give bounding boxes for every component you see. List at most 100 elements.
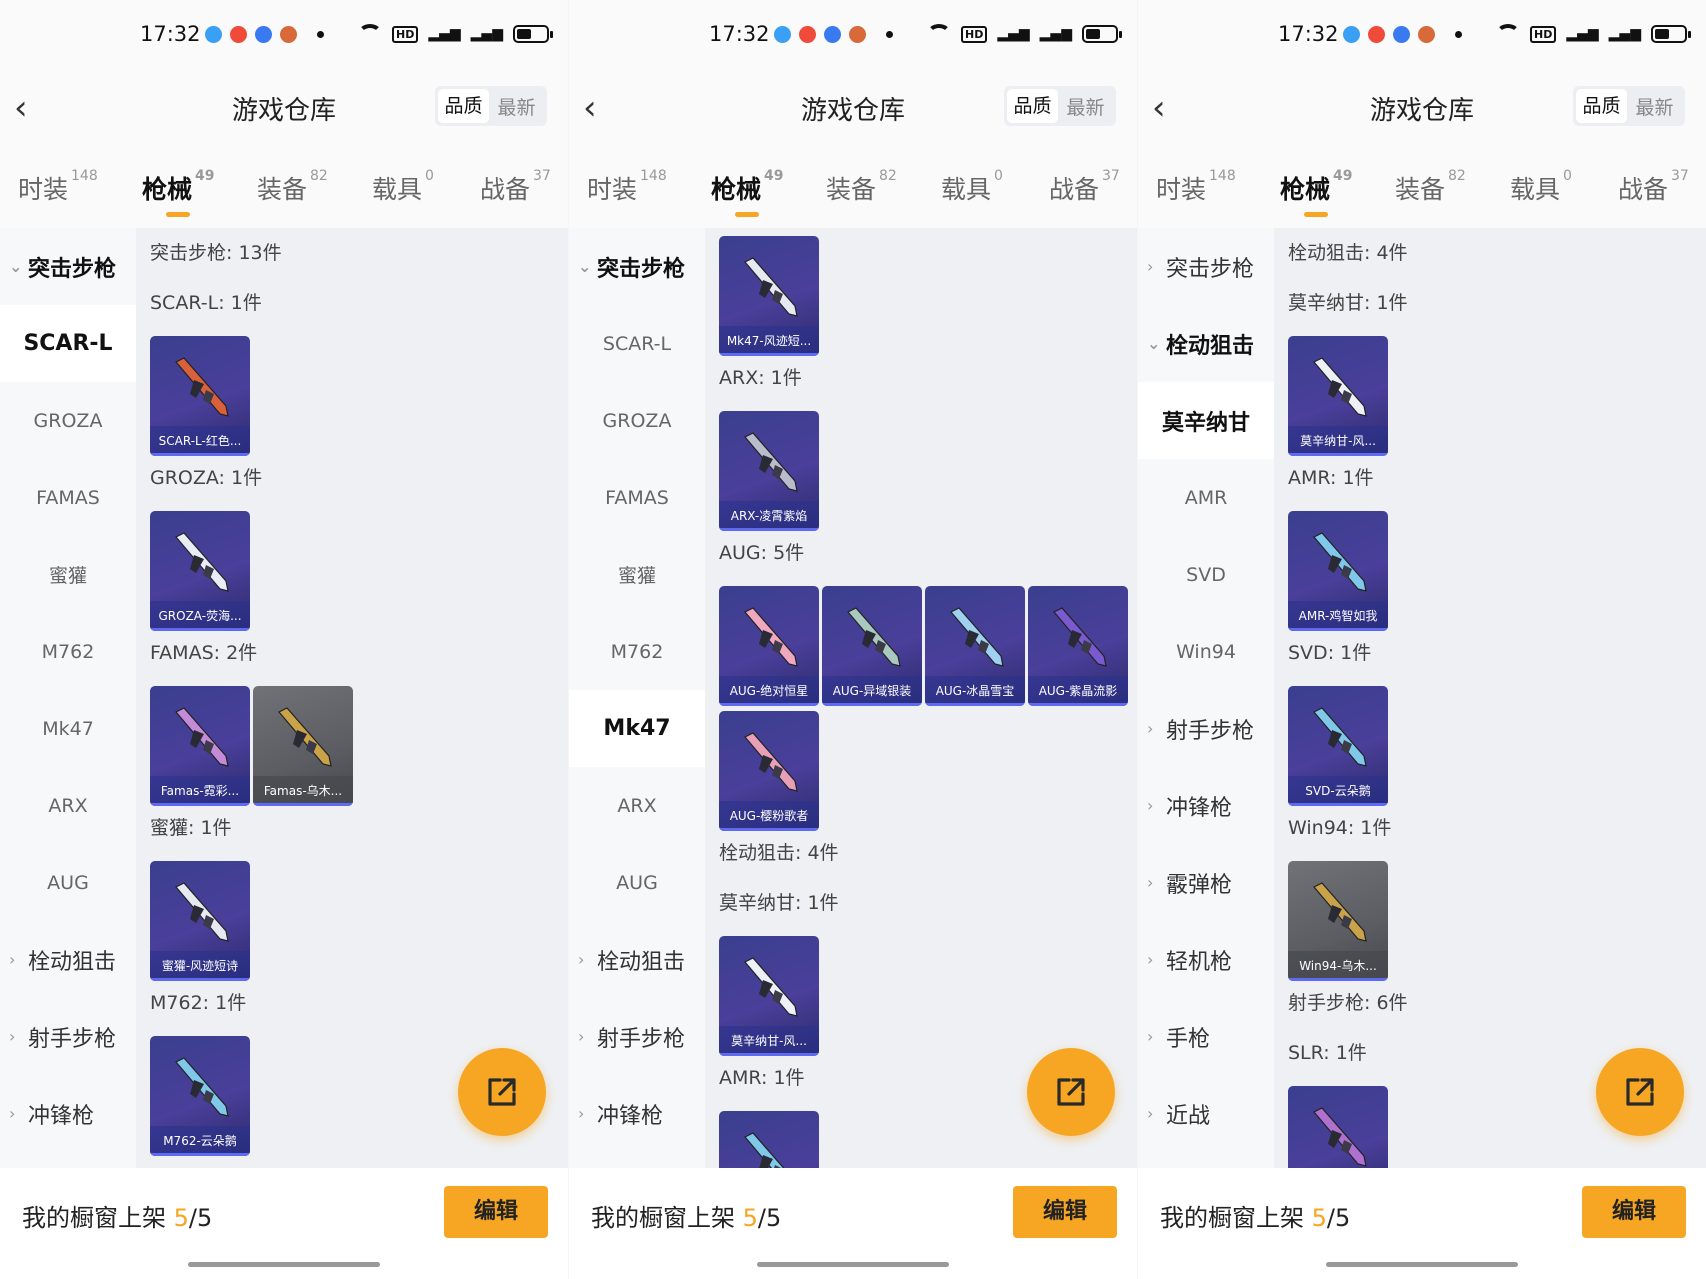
share-button[interactable]: [1596, 1048, 1684, 1136]
weapon-card[interactable]: AMR-鸡智如我: [1288, 511, 1388, 631]
home-indicator[interactable]: [1326, 1262, 1518, 1267]
sidebar-item[interactable]: FAMAS: [569, 459, 705, 536]
tab-1[interactable]: 时装 148: [1156, 168, 1236, 206]
sidebar-item[interactable]: AUG: [569, 844, 705, 921]
sidebar-item[interactable]: M762: [0, 613, 136, 690]
tab-3[interactable]: 装备 82: [257, 168, 328, 206]
weapon-card[interactable]: Famas-霓彩...: [150, 686, 250, 806]
sidebar-item[interactable]: ⌄ 突击步枪: [0, 228, 136, 305]
back-icon[interactable]: ‹: [583, 90, 613, 126]
weapon-card[interactable]: Win94-乌木...: [1288, 861, 1388, 981]
sidebar-item[interactable]: › 射手步枪: [569, 998, 705, 1075]
sidebar-item[interactable]: Mk47: [569, 690, 705, 767]
weapon-card[interactable]: AUG-异域银装: [822, 586, 922, 706]
sidebar-item[interactable]: › 射手步枪: [1138, 690, 1274, 767]
sidebar-item-label: SCAR-L: [602, 332, 672, 355]
sidebar-item[interactable]: ⌄ 突击步枪: [569, 228, 705, 305]
back-icon[interactable]: ‹: [1152, 90, 1182, 126]
tab-4[interactable]: 载具 0: [941, 168, 1003, 206]
tab-2[interactable]: 枪械 49: [711, 168, 784, 217]
weapon-card[interactable]: Famas-乌木...: [253, 686, 353, 806]
sidebar-item[interactable]: AMR: [1138, 459, 1274, 536]
status-bar: 17:32 HD ▂▄▆ ▂▄▆: [0, 0, 568, 76]
weapon-card[interactable]: AUG-紫晶流影: [1028, 586, 1128, 706]
sidebar-item[interactable]: › 霰弹枪: [1138, 844, 1274, 921]
sort-latest-button[interactable]: 最新: [489, 93, 544, 120]
weapon-card[interactable]: [719, 1111, 819, 1168]
section-heading: M762: 1件: [150, 992, 247, 1014]
weapon-card[interactable]: ARX-凌霄紫焰: [719, 411, 819, 531]
weapon-card[interactable]: 莫辛纳甘-风...: [719, 936, 819, 1056]
sidebar-item[interactable]: › 冲锋枪: [0, 1075, 136, 1152]
sort-quality-button[interactable]: 品质: [1576, 89, 1628, 123]
sidebar-item[interactable]: FAMAS: [0, 459, 136, 536]
tab-5[interactable]: 战备 37: [1618, 168, 1689, 206]
sort-toggle[interactable]: 品质 最新: [1573, 86, 1685, 126]
weapon-name: GROZA-荧海...: [150, 601, 250, 631]
weapon-card[interactable]: [1288, 1086, 1388, 1168]
sidebar-item[interactable]: › 突击步枪: [1138, 228, 1274, 305]
weapon-card[interactable]: Mk47-风迹短...: [719, 236, 819, 356]
sidebar-item[interactable]: ARX: [0, 767, 136, 844]
sidebar-item[interactable]: GROZA: [0, 382, 136, 459]
tab-5[interactable]: 战备 37: [1049, 168, 1120, 206]
sort-toggle[interactable]: 品质 最新: [1004, 86, 1116, 126]
weapon-card[interactable]: AUG-冰晶雪宝: [925, 586, 1025, 706]
tab-1[interactable]: 时装 148: [18, 168, 98, 206]
sidebar-item[interactable]: › 冲锋枪: [1138, 767, 1274, 844]
sidebar-item[interactable]: › 栓动狙击: [569, 921, 705, 998]
tab-2[interactable]: 枪械 49: [1280, 168, 1353, 217]
share-button[interactable]: [1027, 1048, 1115, 1136]
sidebar-item[interactable]: 莫辛纳甘: [1138, 382, 1274, 459]
sidebar-item[interactable]: › 射手步枪: [0, 998, 136, 1075]
home-indicator[interactable]: [188, 1262, 380, 1267]
sidebar-item-label: 手枪: [1166, 1026, 1211, 1052]
sidebar-item[interactable]: ⌄ 栓动狙击: [1138, 305, 1274, 382]
back-icon[interactable]: ‹: [14, 90, 44, 126]
sidebar-item[interactable]: › 手枪: [1138, 998, 1274, 1075]
weapon-card[interactable]: AUG-绝对恒星: [719, 586, 819, 706]
sidebar-item[interactable]: › 冲锋枪: [569, 1075, 705, 1152]
sort-quality-button[interactable]: 品质: [438, 89, 490, 123]
sidebar-item[interactable]: Mk47: [0, 690, 136, 767]
tab-5[interactable]: 战备 37: [480, 168, 551, 206]
sort-toggle[interactable]: 品质 最新: [435, 86, 547, 126]
sidebar-item[interactable]: › 近战: [1138, 1075, 1274, 1152]
weapon-card[interactable]: AUG-樱粉歌者: [719, 711, 819, 831]
sort-latest-button[interactable]: 最新: [1627, 93, 1682, 120]
share-button[interactable]: [458, 1048, 546, 1136]
sidebar-item[interactable]: SCAR-L: [0, 305, 136, 382]
weapon-card[interactable]: SVD-云朵鹅: [1288, 686, 1388, 806]
sidebar-item[interactable]: SVD: [1138, 536, 1274, 613]
tab-1[interactable]: 时装 148: [587, 168, 667, 206]
weapon-card[interactable]: 蜜獾-风迹短诗: [150, 861, 250, 981]
tab-2[interactable]: 枪械 49: [142, 168, 215, 217]
home-indicator[interactable]: [757, 1262, 949, 1267]
tab-3[interactable]: 装备 82: [1395, 168, 1466, 206]
edit-button[interactable]: 编辑: [1013, 1186, 1117, 1238]
sidebar-item[interactable]: ARX: [569, 767, 705, 844]
sidebar-item[interactable]: › 轻机枪: [1138, 921, 1274, 998]
notification-icons: [1343, 26, 1462, 43]
sort-latest-button[interactable]: 最新: [1058, 93, 1113, 120]
weapon-card[interactable]: M762-云朵鹅: [150, 1036, 250, 1156]
chevron-right-icon: ›: [1147, 719, 1154, 738]
tab-4[interactable]: 载具 0: [1510, 168, 1572, 206]
sidebar-item[interactable]: SCAR-L: [569, 305, 705, 382]
sidebar-item[interactable]: Win94: [1138, 613, 1274, 690]
sidebar-item[interactable]: › 栓动狙击: [0, 921, 136, 998]
edit-button[interactable]: 编辑: [1582, 1186, 1686, 1238]
tab-4[interactable]: 载具 0: [372, 168, 434, 206]
sidebar-item[interactable]: GROZA: [569, 382, 705, 459]
tab-3[interactable]: 装备 82: [826, 168, 897, 206]
sidebar-item[interactable]: 蜜獾: [0, 536, 136, 613]
weapon-card[interactable]: SCAR-L-红色...: [150, 336, 250, 456]
sidebar-item[interactable]: 蜜獾: [569, 536, 705, 613]
weapon-card[interactable]: 莫辛纳甘-风...: [1288, 336, 1388, 456]
sort-quality-button[interactable]: 品质: [1007, 89, 1059, 123]
weapon-icon: [175, 882, 229, 942]
sidebar-item[interactable]: AUG: [0, 844, 136, 921]
weapon-card[interactable]: GROZA-荧海...: [150, 511, 250, 631]
sidebar-item[interactable]: M762: [569, 613, 705, 690]
edit-button[interactable]: 编辑: [444, 1186, 548, 1238]
